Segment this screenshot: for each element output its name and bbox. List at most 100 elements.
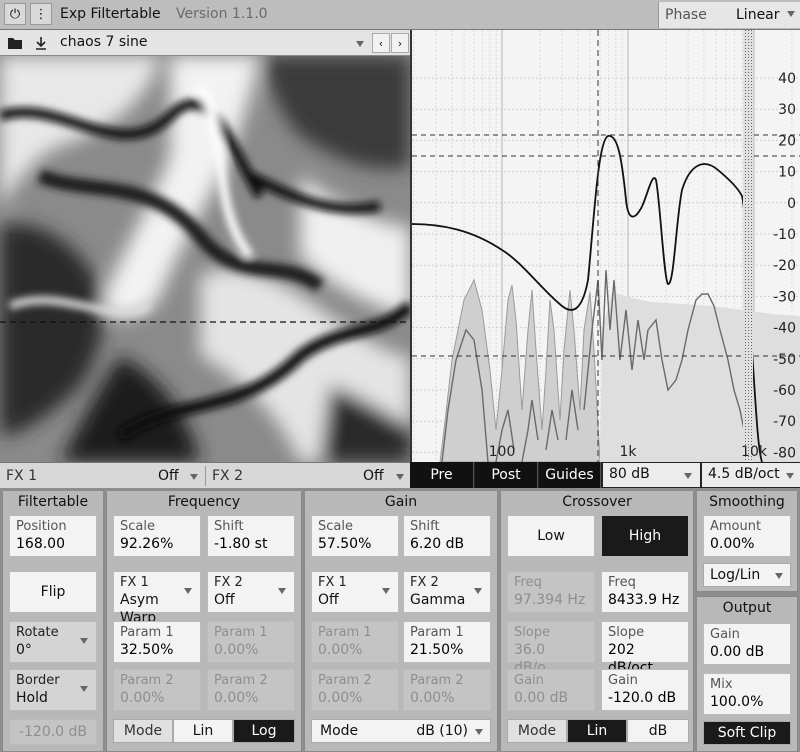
- crossover-panel: Crossover Low High Freq 97.394 Hz Freq 843…: [500, 490, 694, 752]
- image-fx2-dropdown[interactable]: Off: [363, 468, 384, 484]
- spectrum-graph: 403020100-10-20-30-40-50-60-70-80 100 1k 1…: [411, 30, 800, 463]
- db-tick-label: -40: [773, 321, 796, 337]
- flip-button[interactable]: Flip: [9, 571, 97, 613]
- spectrum-view-bar: Pre Post Guides 80 dB 4.5 dB/oct: [410, 462, 800, 488]
- crossover-high-gain-knob[interactable]: Gain -120.0 dB: [601, 669, 689, 711]
- gain-shift-knob[interactable]: Shift 6.20 dB: [403, 515, 491, 557]
- image-fx1-dropdown[interactable]: Off: [158, 468, 179, 484]
- db-tick-label: 20: [778, 133, 796, 149]
- gain-fx2-dropdown[interactable]: FX 2 Gamma: [403, 571, 491, 613]
- gain-fx2-param1-knob[interactable]: Param 1 21.50%: [403, 621, 491, 663]
- db-tick-label: 40: [778, 71, 796, 87]
- freq-mode-label: Mode: [113, 719, 173, 743]
- crossover-low-slope-knob[interactable]: Slope 36.0 dB/o...: [507, 621, 595, 676]
- chevron-down-icon[interactable]: [356, 41, 364, 47]
- pre-toggle[interactable]: Pre: [410, 462, 474, 488]
- panel-title: Output: [722, 600, 772, 616]
- output-gain-knob[interactable]: Gain 0.00 dB: [703, 623, 791, 665]
- db-tick-label: 0: [787, 196, 796, 212]
- gain-fx1-param2-knob[interactable]: Param 2 0.00%: [311, 669, 399, 711]
- image-fx1-label: FX 1: [6, 468, 38, 484]
- chevron-down-icon: [474, 588, 482, 594]
- prev-preset-button[interactable]: ‹: [372, 33, 390, 53]
- preset-bar: chaos 7 sine ‹ ›: [0, 30, 410, 56]
- freq-scale-knob[interactable]: Scale 92.26%: [113, 515, 201, 557]
- crossover-low-gain-knob[interactable]: Gain 0.00 dB: [507, 669, 595, 711]
- power-icon[interactable]: ⏻: [4, 3, 26, 25]
- chevron-down-icon: [80, 686, 88, 692]
- preset-name[interactable]: chaos 7 sine: [60, 34, 148, 50]
- title-bar: ⏻ ⋮ Exp Filtertable Version 1.1.0 Phase …: [0, 0, 800, 30]
- freq-mode-lin[interactable]: Lin: [173, 719, 233, 743]
- freq-fx2-param2-knob[interactable]: Param 2 0.00%: [207, 669, 295, 711]
- border-gain-field[interactable]: -120.0 dB: [9, 719, 97, 745]
- soft-clip-toggle[interactable]: Soft Clip: [703, 721, 791, 745]
- crossover-mode-label: Mode: [507, 719, 567, 743]
- db-tick-label: -20: [773, 258, 796, 274]
- phase-dropdown[interactable]: Phase Linear: [658, 2, 800, 28]
- image-fx-bar: FX 1 Off FX 2 Off: [0, 462, 410, 488]
- gain-fx2-param2-knob[interactable]: Param 2 0.00%: [403, 669, 491, 711]
- panel-title: Filtertable: [17, 494, 89, 510]
- chevron-down-icon: [80, 638, 88, 644]
- crossover-high-slope-knob[interactable]: Slope 202 dB/oct: [601, 621, 689, 676]
- divider: [205, 466, 206, 486]
- tilt-dropdown[interactable]: 4.5 dB/oct: [702, 463, 800, 487]
- output-panel: Output Gain 0.00 dB Mix 100.0% Soft Clip: [696, 596, 798, 752]
- download-icon[interactable]: [30, 32, 52, 54]
- next-preset-button[interactable]: ›: [391, 33, 409, 53]
- crossover-mode-db[interactable]: dB: [627, 719, 689, 743]
- gain-mode-label: Mode: [320, 723, 359, 739]
- freq-fx2-param1-knob[interactable]: Param 1 0.00%: [207, 621, 295, 663]
- crossover-high-button[interactable]: High: [601, 515, 689, 557]
- app-name: Exp Filtertable: [60, 6, 161, 22]
- range-dropdown[interactable]: 80 dB: [603, 463, 700, 487]
- freq-fx1-param1-knob[interactable]: Param 1 32.50%: [113, 621, 201, 663]
- smoothing-panel: Smoothing Amount 0.00% Log/Lin: [696, 490, 798, 592]
- gain-fx1-dropdown[interactable]: FX 1 Off: [311, 571, 399, 613]
- gain-scale-knob[interactable]: Scale 57.50%: [311, 515, 399, 557]
- gain-fx1-param1-knob[interactable]: Param 1 0.00%: [311, 621, 399, 663]
- chevron-down-icon[interactable]: [190, 474, 198, 480]
- frequency-panel: Frequency Scale 92.26% Shift -1.80 st FX 1…: [106, 490, 302, 752]
- guides-toggle[interactable]: Guides: [539, 462, 601, 488]
- chevron-down-icon[interactable]: [396, 474, 404, 480]
- filtertable-texture: [0, 56, 410, 462]
- db-tick-label: -50: [773, 352, 796, 368]
- freq-tick-label: 10k: [741, 444, 768, 460]
- panel-title: Gain: [384, 494, 418, 510]
- folder-icon[interactable]: [4, 32, 26, 54]
- freq-fx1-dropdown[interactable]: FX 1 Asym Warp: [113, 571, 201, 626]
- crossover-high-freq-knob[interactable]: Freq 8433.9 Hz: [601, 571, 689, 613]
- db-tick-label: -80: [773, 445, 796, 461]
- chevron-down-icon: [786, 473, 794, 479]
- freq-tick-label: 1k: [619, 444, 637, 460]
- phase-label: Phase: [665, 7, 707, 23]
- rotate-dropdown[interactable]: Rotate 0°: [9, 621, 97, 663]
- gain-mode-dropdown[interactable]: Mode dB (10): [311, 719, 491, 743]
- border-dropdown[interactable]: Border Hold: [9, 669, 97, 711]
- freq-fx2-dropdown[interactable]: FX 2 Off: [207, 571, 295, 613]
- db-tick-label: 10: [778, 165, 796, 181]
- freq-tick-label: 100: [489, 444, 516, 460]
- panel-title: Crossover: [562, 494, 632, 510]
- freq-shift-knob[interactable]: Shift -1.80 st: [207, 515, 295, 557]
- chevron-down-icon: [278, 588, 286, 594]
- chevron-down-icon: [382, 588, 390, 594]
- output-mix-knob[interactable]: Mix 100.0%: [703, 673, 791, 715]
- crossover-low-freq-knob[interactable]: Freq 97.394 Hz: [507, 571, 595, 613]
- menu-dots-icon[interactable]: ⋮: [30, 3, 52, 25]
- position-knob[interactable]: Position 168.00: [9, 515, 97, 557]
- freq-mode-log[interactable]: Log: [233, 719, 295, 743]
- crossover-mode-lin[interactable]: Lin: [567, 719, 627, 743]
- spectrum-display[interactable]: 40 30 20 10 0 -10 -20 -30 -40 -50 -60 -70 -80 100 1k 1…: [410, 30, 800, 463]
- app-version: Version 1.1.0: [176, 6, 268, 22]
- chevron-down-icon: [184, 588, 192, 594]
- filtertable-image[interactable]: [0, 56, 410, 462]
- smoothing-amount-knob[interactable]: Amount 0.00%: [703, 515, 791, 557]
- chevron-down-icon: [475, 729, 483, 735]
- post-toggle[interactable]: Post: [475, 462, 538, 488]
- freq-fx1-param2-knob[interactable]: Param 2 0.00%: [113, 669, 201, 711]
- crossover-low-button[interactable]: Low: [507, 515, 595, 557]
- smoothing-scale-dropdown[interactable]: Log/Lin: [703, 563, 791, 587]
